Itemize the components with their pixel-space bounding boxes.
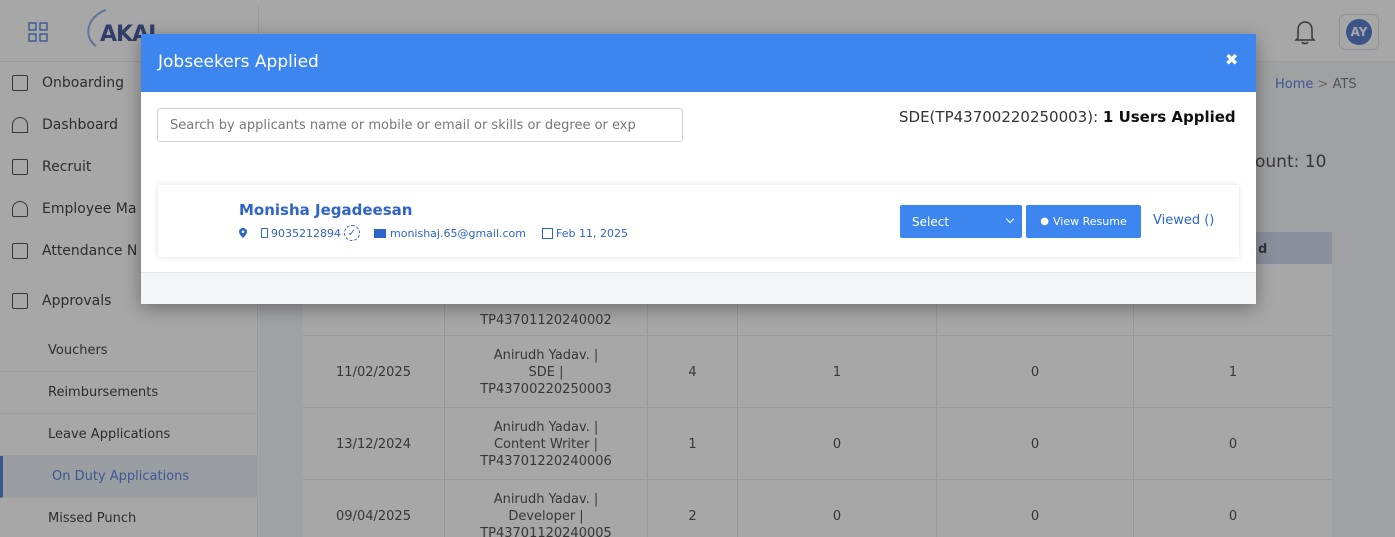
eye-icon: ● <box>1040 216 1050 227</box>
status-select-value: Select <box>912 214 950 229</box>
applicant-email: monishaj.65@gmail.com <box>390 226 527 240</box>
applied-job-id: SDE(TP43700220250003): <box>899 108 1103 126</box>
location-pin-icon <box>239 228 247 238</box>
applicant-date: Feb 11, 2025 <box>556 226 628 240</box>
applicant-meta: 9035212894 ✓ monishaj.65@gmail.com Feb 1… <box>239 225 628 241</box>
mail-icon <box>374 228 386 238</box>
verified-check-icon: ✓ <box>344 225 360 241</box>
modal-header: Jobseekers Applied ✖ <box>141 34 1256 92</box>
modal-title: Jobseekers Applied <box>158 52 319 72</box>
applied-count: 1 Users Applied <box>1102 108 1236 126</box>
viewed-link[interactable]: Viewed () <box>1153 213 1214 228</box>
applicant-name[interactable]: Monisha Jegadeesan <box>239 201 412 219</box>
applied-summary: SDE(TP43700220250003): 1 Users Applied <box>899 108 1236 126</box>
modal-body: SDE(TP43700220250003): 1 Users Applied M… <box>141 92 1256 272</box>
calendar-icon <box>542 227 554 239</box>
jobseekers-modal: Jobseekers Applied ✖ SDE(TP4370022025000… <box>141 34 1256 304</box>
view-resume-button[interactable]: ● View Resume <box>1026 205 1141 238</box>
search-input[interactable] <box>157 108 683 142</box>
chevron-down-icon <box>1005 214 1015 224</box>
close-icon[interactable]: ✖ <box>1225 50 1238 69</box>
status-select[interactable]: Select <box>900 205 1022 238</box>
phone-icon <box>261 228 268 238</box>
view-resume-label: View Resume <box>1053 215 1127 228</box>
modal-footer <box>141 272 1256 304</box>
applicant-phone: 9035212894 <box>271 226 341 240</box>
applicant-card: Monisha Jegadeesan 9035212894 ✓ monishaj… <box>158 185 1239 257</box>
